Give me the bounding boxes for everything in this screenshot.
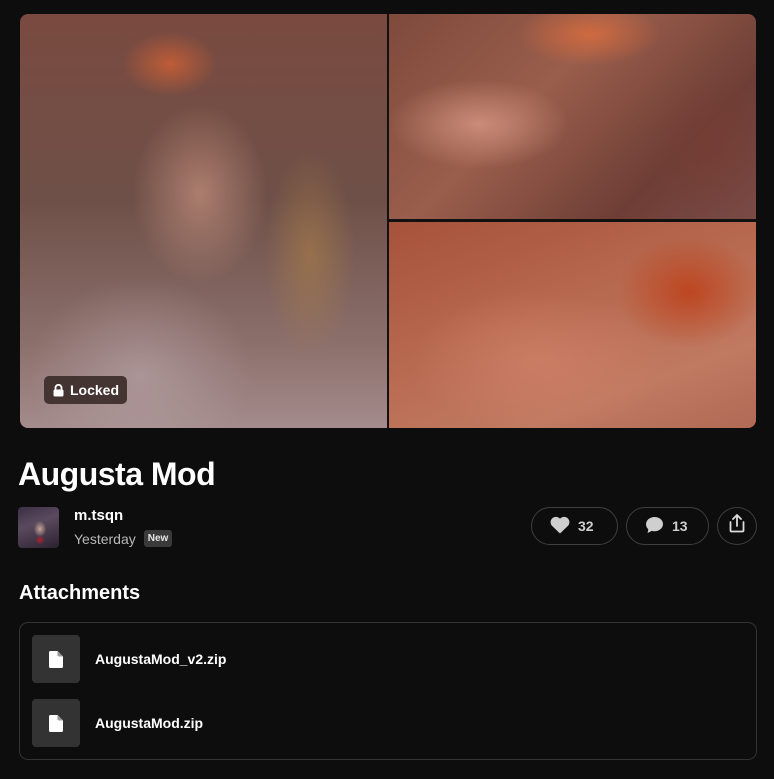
share-button[interactable] <box>717 507 757 545</box>
attachments-heading: Attachments <box>19 582 141 604</box>
avatar[interactable] <box>18 507 59 548</box>
file-icon <box>32 635 80 683</box>
gallery-image-bottom-right[interactable] <box>389 222 756 428</box>
attachment-name[interactable]: AugustaMod.zip <box>95 715 203 731</box>
file-icon <box>32 699 80 747</box>
speech-bubble-icon <box>645 516 664 537</box>
post-title: Augusta Mod <box>18 456 216 492</box>
comment-count: 13 <box>672 518 688 534</box>
attachments-list: AugustaMod_v2.zip AugustaMod.zip <box>19 622 757 760</box>
author-block: m.tsqn Yesterday New <box>18 507 173 548</box>
lock-icon <box>53 383 64 397</box>
attachment-name[interactable]: AugustaMod_v2.zip <box>95 651 226 667</box>
like-button[interactable]: 32 <box>531 507 618 545</box>
locked-badge: Locked <box>44 376 128 404</box>
image-gallery: Locked <box>20 14 756 428</box>
comment-button[interactable]: 13 <box>626 507 709 545</box>
attachment-item[interactable]: AugustaMod_v2.zip <box>32 635 744 683</box>
share-icon <box>729 514 745 538</box>
heart-icon <box>550 516 570 537</box>
locked-label: Locked <box>70 382 120 398</box>
attachment-item[interactable]: AugustaMod.zip <box>32 699 744 747</box>
author-name[interactable]: m.tsqn <box>74 507 172 525</box>
gallery-image-top-right[interactable] <box>389 14 756 219</box>
like-count: 32 <box>578 518 594 534</box>
gallery-image-main[interactable] <box>20 14 387 428</box>
new-badge: New <box>143 530 173 547</box>
post-date: Yesterday <box>74 530 136 547</box>
